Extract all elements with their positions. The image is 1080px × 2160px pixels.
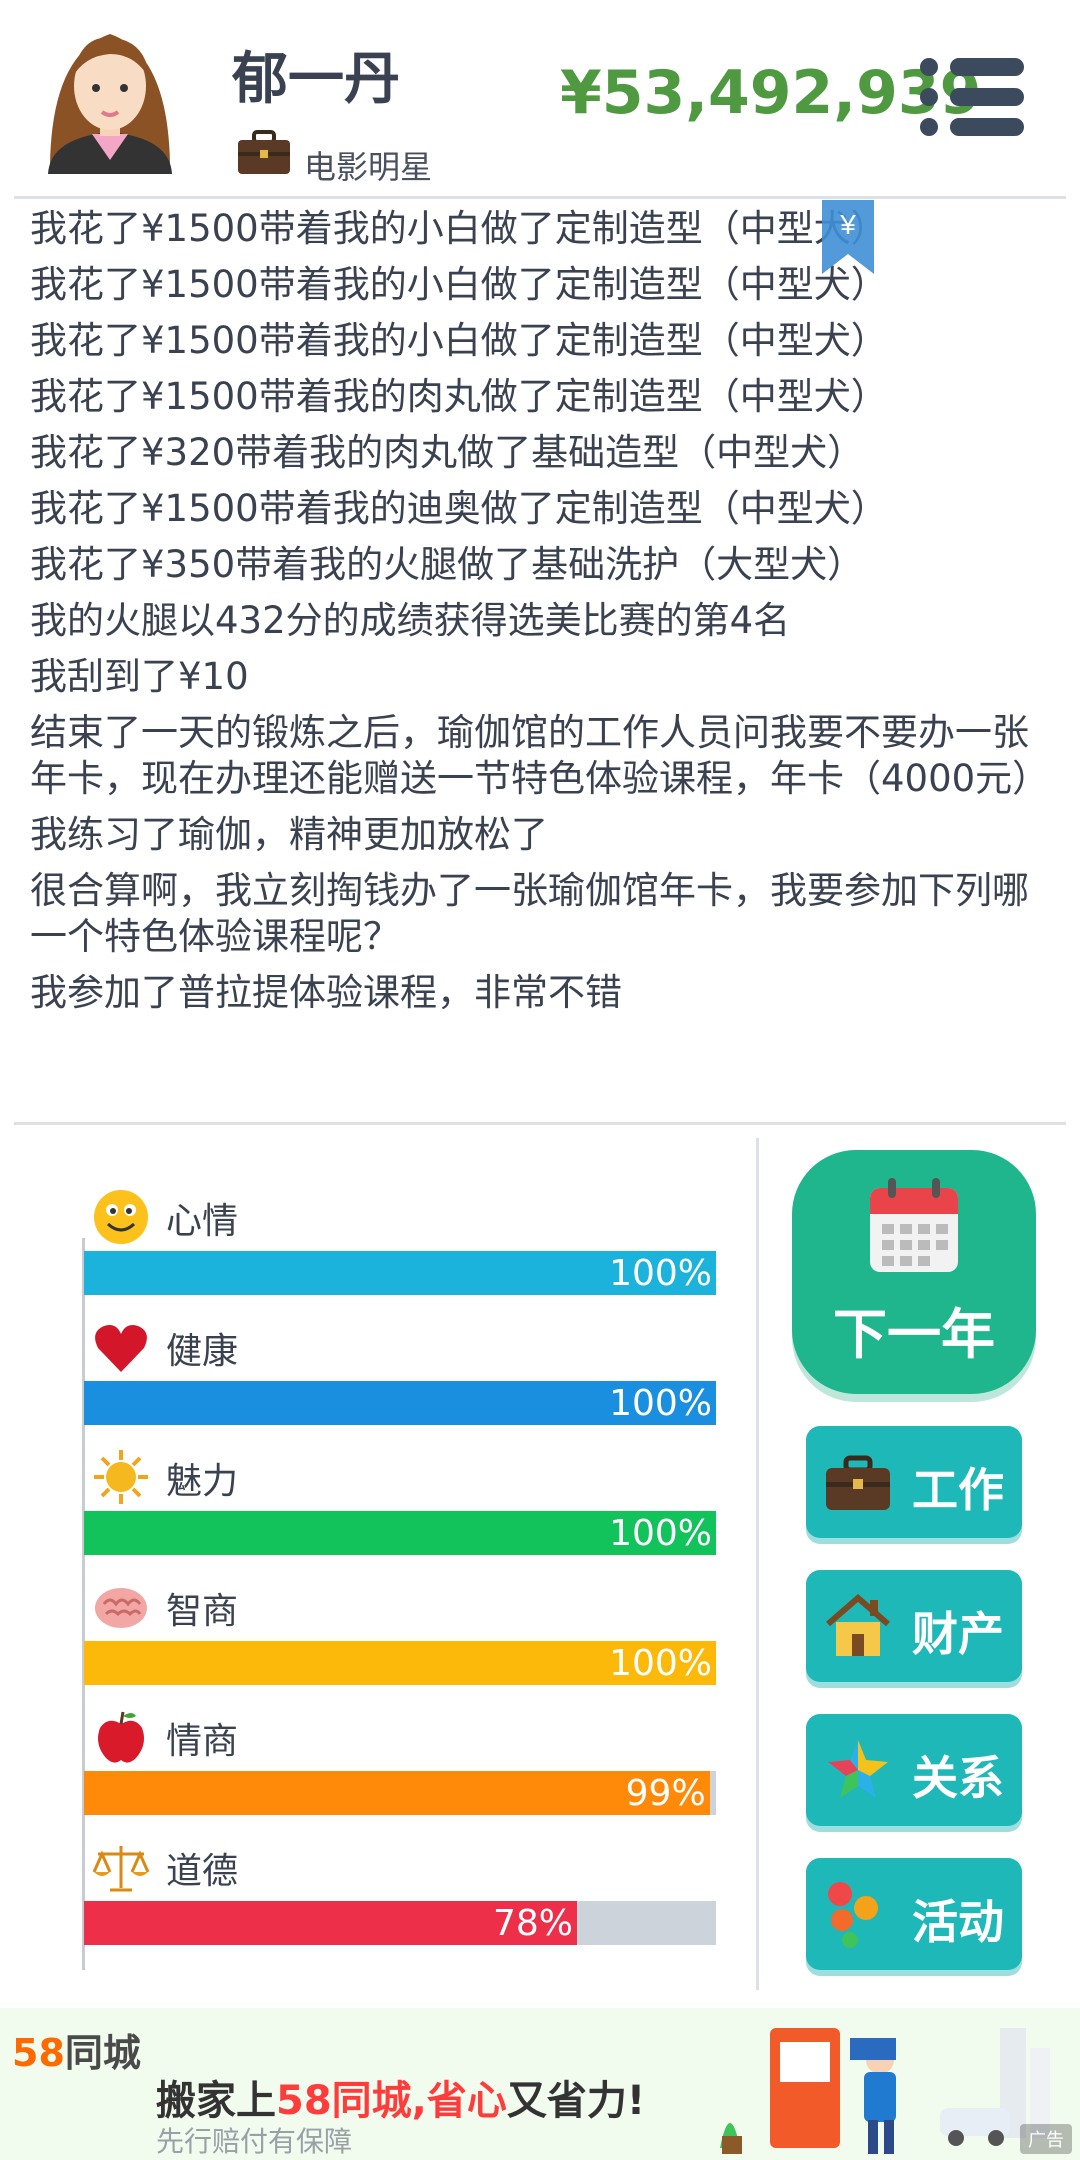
stat-bar: 100% <box>84 1641 716 1685</box>
log-entry: 结束了一天的锻炼之后，瑜伽馆的工作人员问我要不要办一张年卡，现在办理还能赠送一节… <box>30 711 1050 800</box>
stat-percent: 78% <box>492 1903 573 1944</box>
panel-divider <box>756 1138 759 1990</box>
log-entry: 我花了¥1500带着我的肉丸做了定制造型（中型犬） <box>30 375 888 418</box>
brain-icon <box>95 1588 147 1628</box>
stat-bar-fill: 100% <box>84 1251 716 1295</box>
sun-icon <box>94 1450 148 1504</box>
stat-bar: 100% <box>84 1381 716 1425</box>
ad-logo: 58同城 <box>12 2031 141 2075</box>
log-entry: 我花了¥350带着我的火腿做了基础洗护（大型犬） <box>30 543 865 586</box>
next-year-label: 下一年 <box>833 1303 995 1366</box>
event-log: 我花了¥1500带着我的小白做了定制造型（中型犬） 我花了¥1500带着我的小白… <box>30 206 1060 1026</box>
stat-eq: 情商 99% <box>84 1708 716 1838</box>
log-entry: 我花了¥1500带着我的小白做了定制造型（中型犬） <box>30 319 888 362</box>
stat-bar-fill: 78% <box>84 1901 577 1945</box>
player-name: 郁一丹 <box>232 47 400 112</box>
assets-label: 财产 <box>912 1607 1004 1661</box>
relations-button[interactable]: 关系 <box>806 1714 1022 1826</box>
stat-label: 健康 <box>166 1331 239 1372</box>
stat-percent: 100% <box>609 1643 712 1684</box>
ad-subtitle: 先行赔付有保障 <box>156 2125 353 2158</box>
stat-charm: 魅力 100% <box>84 1448 716 1578</box>
stat-percent: 99% <box>625 1773 706 1814</box>
log-entry: 我的火腿以432分的成绩获得选美比赛的第4名 <box>30 599 791 642</box>
profile-header: 郁一丹 电影明星 ¥53,492,939 <box>0 0 1080 196</box>
smiley-icon <box>94 1190 148 1244</box>
relations-label: 关系 <box>912 1751 1004 1805</box>
bookmark-label: ¥ <box>839 209 856 240</box>
stat-health: 健康 100% <box>84 1318 716 1448</box>
star-icon <box>828 1740 888 1798</box>
stat-label: 心情 <box>166 1201 239 1242</box>
ad-headline: 搬家上58同城,省心又省力! <box>156 2078 646 2124</box>
menu-button[interactable] <box>920 56 1024 138</box>
heart-icon <box>95 1325 147 1372</box>
briefcase-icon <box>238 130 290 174</box>
briefcase-icon <box>826 1455 890 1510</box>
stat-bar: 78% <box>84 1901 716 1945</box>
stat-percent: 100% <box>609 1383 712 1424</box>
log-entry: 我花了¥320带着我的肉丸做了基础造型（中型犬） <box>30 431 865 474</box>
stat-label: 魅力 <box>166 1461 239 1502</box>
stat-label: 道德 <box>166 1851 239 1892</box>
stat-percent: 100% <box>609 1253 712 1294</box>
apple-icon <box>98 1711 144 1763</box>
log-entry: 我练习了瑜伽，精神更加放松了 <box>30 813 548 856</box>
ad-tag: 广告 <box>1020 2124 1072 2154</box>
activities-label: 活动 <box>912 1895 1004 1949</box>
job-title: 电影明星 <box>304 148 433 186</box>
bookmark-yen-icon[interactable]: ¥ <box>822 200 874 274</box>
work-label: 工作 <box>912 1463 1004 1517</box>
stat-mood: 心情 100% <box>84 1188 716 1318</box>
stat-bar-fill: 100% <box>84 1511 716 1555</box>
stat-label: 情商 <box>166 1721 239 1762</box>
stat-bar: 100% <box>84 1251 716 1295</box>
stat-bar-fill: 100% <box>84 1381 716 1425</box>
log-divider <box>14 1122 1066 1125</box>
activities-button[interactable]: 活动 <box>806 1858 1022 1970</box>
next-year-button[interactable]: 下一年 <box>792 1150 1036 1394</box>
log-entry: 我花了¥1500带着我的迪奥做了定制造型（中型犬） <box>30 487 888 530</box>
house-icon <box>826 1594 890 1656</box>
stat-bar: 100% <box>84 1511 716 1555</box>
scales-icon <box>92 1846 150 1892</box>
calendar-icon <box>870 1178 958 1272</box>
log-entry: 我参加了普拉提体验课程，非常不错 <box>30 971 622 1014</box>
log-entry: 我刮到了¥10 <box>30 655 249 698</box>
stat-bar-fill: 99% <box>84 1771 710 1815</box>
stat-percent: 100% <box>609 1513 712 1554</box>
header-divider <box>14 196 1066 199</box>
stat-bar: 99% <box>84 1771 716 1815</box>
assets-button[interactable]: 财产 <box>806 1570 1022 1682</box>
stat-bar-fill: 100% <box>84 1641 716 1685</box>
avatar <box>48 34 172 174</box>
stat-iq: 智商 100% <box>84 1578 716 1708</box>
activities-icon <box>828 1882 878 1948</box>
stat-morality: 道德 78% <box>84 1838 716 1968</box>
log-entry: 很合算啊，我立刻掏钱办了一张瑜伽馆年卡，我要参加下列哪一个特色体验课程呢？ <box>30 869 1029 958</box>
money-balance: ¥53,492,939 <box>560 58 982 128</box>
work-button[interactable]: 工作 <box>806 1426 1022 1538</box>
stat-label: 智商 <box>166 1591 239 1632</box>
ad-banner[interactable]: 58同城 搬家上58同城,省心又省力! 先行赔付有保障 广告 <box>0 2008 1080 2160</box>
log-entry: 我花了¥1500带着我的小白做了定制造型（中型犬） <box>30 263 888 306</box>
log-entry: 我花了¥1500带着我的小白做了定制造型（中型犬） <box>30 207 888 250</box>
menu-icon <box>920 58 938 76</box>
